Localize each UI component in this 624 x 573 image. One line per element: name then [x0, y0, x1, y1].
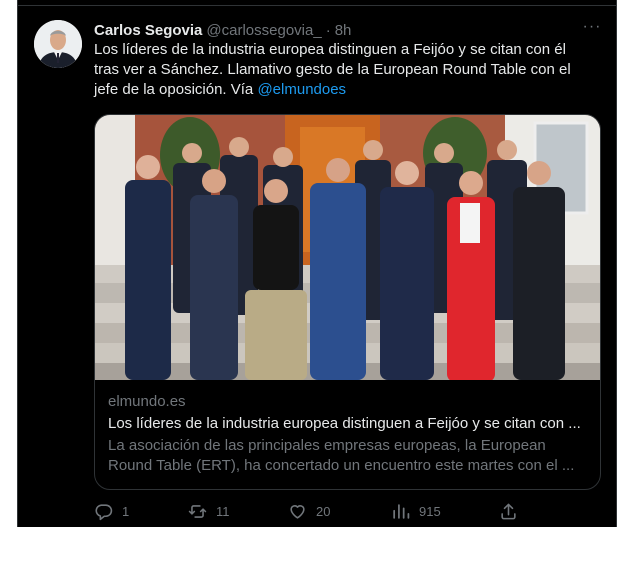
reply-count: 1 — [122, 503, 130, 519]
reply-button[interactable]: 1 — [94, 500, 129, 522]
card-info: elmundo.es Los líderes de la industria e… — [108, 392, 588, 476]
card-domain: elmundo.es — [108, 393, 186, 410]
tweet-text-line: Los líderes de la industria europea dist… — [94, 41, 566, 58]
action-bar: 1 11 20 915 — [94, 500, 604, 522]
separator: · — [325, 21, 331, 39]
like-button[interactable]: 20 — [288, 500, 330, 522]
divider — [18, 5, 616, 6]
tweet[interactable]: Carlos Segovia @carlossegovia_ · 8h ··· … — [17, 0, 617, 527]
tweet-text: Los líderes de la industria europea dist… — [94, 40, 604, 100]
mention-link[interactable]: @elmundoes — [257, 81, 346, 98]
tweet-text-line: jefe de la oposición. Vía @elmundoes — [94, 80, 604, 100]
views-icon — [393, 503, 410, 519]
reply-icon — [95, 503, 113, 520]
retweet-icon — [188, 504, 207, 518]
share-button[interactable] — [499, 500, 527, 522]
views-count: 915 — [419, 503, 441, 519]
card-title[interactable]: Los líderes de la industria europea dist… — [108, 414, 588, 434]
retweet-count: 11 — [216, 503, 230, 519]
retweet-button[interactable]: 11 — [188, 500, 230, 522]
views-button[interactable]: 915 — [391, 500, 441, 522]
share-icon — [501, 503, 516, 519]
avatar[interactable] — [34, 20, 82, 68]
tweet-text-segment: jefe de la oposición. Vía — [94, 81, 258, 98]
like-count: 20 — [316, 503, 331, 519]
card-description: La asociación de las principales empresa… — [108, 437, 575, 474]
timestamp[interactable]: 8h — [335, 22, 352, 39]
like-icon — [290, 504, 305, 519]
author-handle[interactable]: @carlossegovia_ — [206, 22, 321, 39]
tweet-header: Carlos Segovia @carlossegovia_ · 8h — [94, 20, 351, 40]
more-icon[interactable]: ··· — [580, 19, 604, 40]
link-card[interactable]: elmundo.es Los líderes de la industria e… — [94, 114, 601, 490]
author-name[interactable]: Carlos Segovia — [94, 22, 202, 39]
tweet-text-line: tras ver a Sánchez. Llamativo gesto de l… — [94, 61, 571, 78]
card-image[interactable] — [95, 115, 600, 380]
